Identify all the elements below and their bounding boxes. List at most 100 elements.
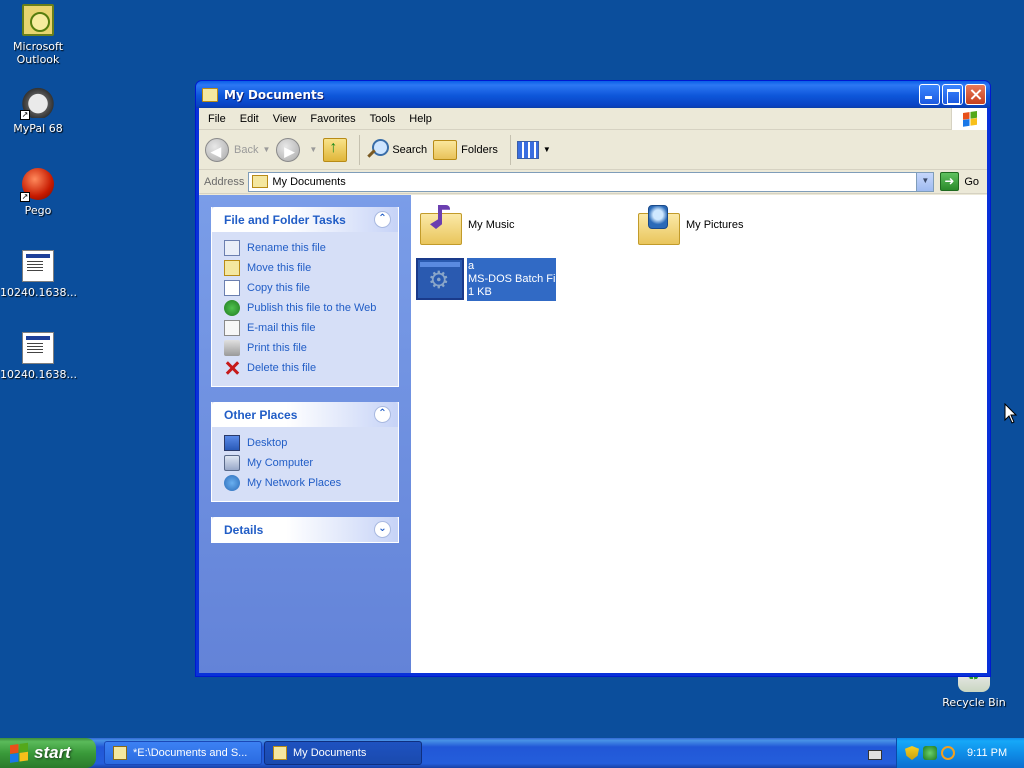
folders-button[interactable]: Folders xyxy=(433,139,498,160)
copy-icon xyxy=(224,280,240,296)
rename-icon xyxy=(224,240,240,256)
folders-icon xyxy=(433,139,458,160)
address-input[interactable]: My Documents xyxy=(248,171,935,192)
file-batch-a[interactable]: a MS-DOS Batch File 1 KB xyxy=(416,258,556,301)
desktop-icon-label: Recycle Bin xyxy=(942,696,1006,709)
clock[interactable]: 9:11 PM xyxy=(967,747,1007,759)
desktop-icon-mypal[interactable]: ↗ MyPal 68 xyxy=(0,86,76,135)
move-icon xyxy=(224,260,240,276)
taskbar-button-notepad[interactable]: *E:\Documents and S... xyxy=(104,741,262,765)
desktop-icon-outlook[interactable]: Microsoft Outlook xyxy=(0,4,76,66)
folder-icon xyxy=(202,87,218,102)
toolbar-separator xyxy=(509,134,511,165)
minimize-button[interactable] xyxy=(919,84,940,105)
task-rename[interactable]: Rename this file xyxy=(224,238,390,258)
address-value: My Documents xyxy=(272,175,346,188)
forward-button[interactable]: ▶ ▼ xyxy=(276,137,317,162)
address-dropdown-button[interactable] xyxy=(916,172,934,191)
collapse-icon[interactable]: ⌃ xyxy=(374,211,391,228)
task-label: Delete this file xyxy=(247,362,317,374)
menu-view[interactable]: View xyxy=(266,113,304,125)
mouse-cursor-icon xyxy=(1004,403,1018,424)
shortcut-arrow-icon: ↗ xyxy=(20,192,30,202)
taskbar-button-my-documents[interactable]: My Documents xyxy=(264,741,422,765)
go-button[interactable]: Go xyxy=(940,172,979,191)
start-button[interactable]: start xyxy=(0,738,96,768)
task-copy[interactable]: Copy this file xyxy=(224,278,390,298)
search-icon xyxy=(366,138,390,161)
desktop-icon-pego[interactable]: ↗ Pego xyxy=(0,168,76,217)
music-folder-icon xyxy=(418,205,462,245)
place-desktop[interactable]: Desktop xyxy=(224,433,390,453)
collapse-icon[interactable]: ⌃ xyxy=(374,406,391,423)
back-label: Back xyxy=(234,143,259,156)
folder-my-music[interactable]: My Music xyxy=(418,205,514,245)
batch-file-icon xyxy=(416,258,464,300)
file-name: My Music xyxy=(468,219,515,231)
task-email[interactable]: E-mail this file xyxy=(224,318,390,338)
folder-my-pictures[interactable]: My Pictures xyxy=(636,205,743,245)
place-network[interactable]: My Network Places xyxy=(224,473,390,493)
place-label: My Computer xyxy=(247,457,314,469)
views-icon xyxy=(516,140,539,159)
desktop-icon-recycle-bin[interactable]: Recycle Bin xyxy=(936,668,1012,709)
desktop-icon xyxy=(224,435,240,451)
panel-header[interactable]: Details ⌄ xyxy=(212,517,398,542)
place-my-computer[interactable]: My Computer xyxy=(224,453,390,473)
maximize-button[interactable] xyxy=(942,84,963,105)
forward-arrow-icon: ▶ xyxy=(276,137,301,162)
place-label: Desktop xyxy=(247,437,288,449)
shortcut-arrow-icon: ↗ xyxy=(20,110,30,120)
explorer-window: My Documents File Edit View Favorites To… xyxy=(195,80,991,677)
up-button[interactable] xyxy=(323,137,348,162)
task-label: Rename this file xyxy=(247,242,326,254)
chevron-down-icon[interactable]: ▼ xyxy=(262,145,270,154)
notepad-icon xyxy=(113,746,127,760)
taskbar-button-label: *E:\Documents and S... xyxy=(133,747,248,759)
views-button[interactable]: ▼ xyxy=(516,140,551,159)
search-icon[interactable] xyxy=(941,746,955,760)
folder-icon xyxy=(273,746,287,760)
task-move[interactable]: Move this file xyxy=(224,258,390,278)
desktop-icon-file-1[interactable]: 10240.1638... xyxy=(0,250,77,299)
menu-file[interactable]: File xyxy=(201,113,233,125)
folders-label: Folders xyxy=(461,143,498,156)
file-selection: a MS-DOS Batch File 1 KB xyxy=(467,258,556,301)
menu-tools[interactable]: Tools xyxy=(363,113,403,125)
task-publish[interactable]: Publish this file to the Web xyxy=(224,298,390,318)
toolbar: ◀ Back ▼ ▶ ▼ Search Folders xyxy=(199,130,987,170)
close-button[interactable] xyxy=(965,84,986,105)
windows-logo-icon xyxy=(951,108,987,130)
task-print[interactable]: Print this file xyxy=(224,338,390,358)
expand-icon[interactable]: ⌄ xyxy=(374,521,391,538)
pego-icon: ↗ xyxy=(20,168,54,202)
desktop-icon-file-2[interactable]: 10240.1638... xyxy=(0,332,77,381)
title-bar[interactable]: My Documents xyxy=(196,81,990,108)
desktop-icon-label: 10240.1638... xyxy=(0,368,77,381)
desktop-icon-label: Microsoft Outlook xyxy=(12,40,64,66)
back-button[interactable]: ◀ Back ▼ xyxy=(205,137,270,162)
pictures-folder-icon xyxy=(636,205,680,245)
menu-favorites[interactable]: Favorites xyxy=(303,113,362,125)
keyboard-icon[interactable] xyxy=(868,750,882,760)
task-label: Publish this file to the Web xyxy=(247,302,377,314)
panel-title: File and Folder Tasks xyxy=(224,212,346,227)
chevron-down-icon[interactable]: ▼ xyxy=(309,145,317,154)
system-tray: 9:11 PM xyxy=(896,738,1024,768)
task-delete[interactable]: Delete this file xyxy=(224,358,390,378)
search-button[interactable]: Search xyxy=(366,138,428,161)
folder-up-icon xyxy=(323,137,348,162)
task-label: Move this file xyxy=(247,262,312,274)
menu-edit[interactable]: Edit xyxy=(233,113,266,125)
file-type: MS-DOS Batch File xyxy=(468,273,555,285)
menu-help[interactable]: Help xyxy=(402,113,439,125)
panel-header[interactable]: File and Folder Tasks ⌃ xyxy=(212,207,398,232)
panel-header[interactable]: Other Places ⌃ xyxy=(212,402,398,427)
file-folder-tasks-panel: File and Folder Tasks ⌃ Rename this file… xyxy=(211,207,399,387)
search-label: Search xyxy=(392,143,428,156)
network-icon[interactable] xyxy=(923,746,937,760)
file-list: My Music My Pictures a MS-DOS Batch File… xyxy=(411,195,987,673)
security-shield-icon[interactable] xyxy=(905,746,919,760)
printer-icon xyxy=(224,340,240,356)
task-label: E-mail this file xyxy=(247,322,316,334)
